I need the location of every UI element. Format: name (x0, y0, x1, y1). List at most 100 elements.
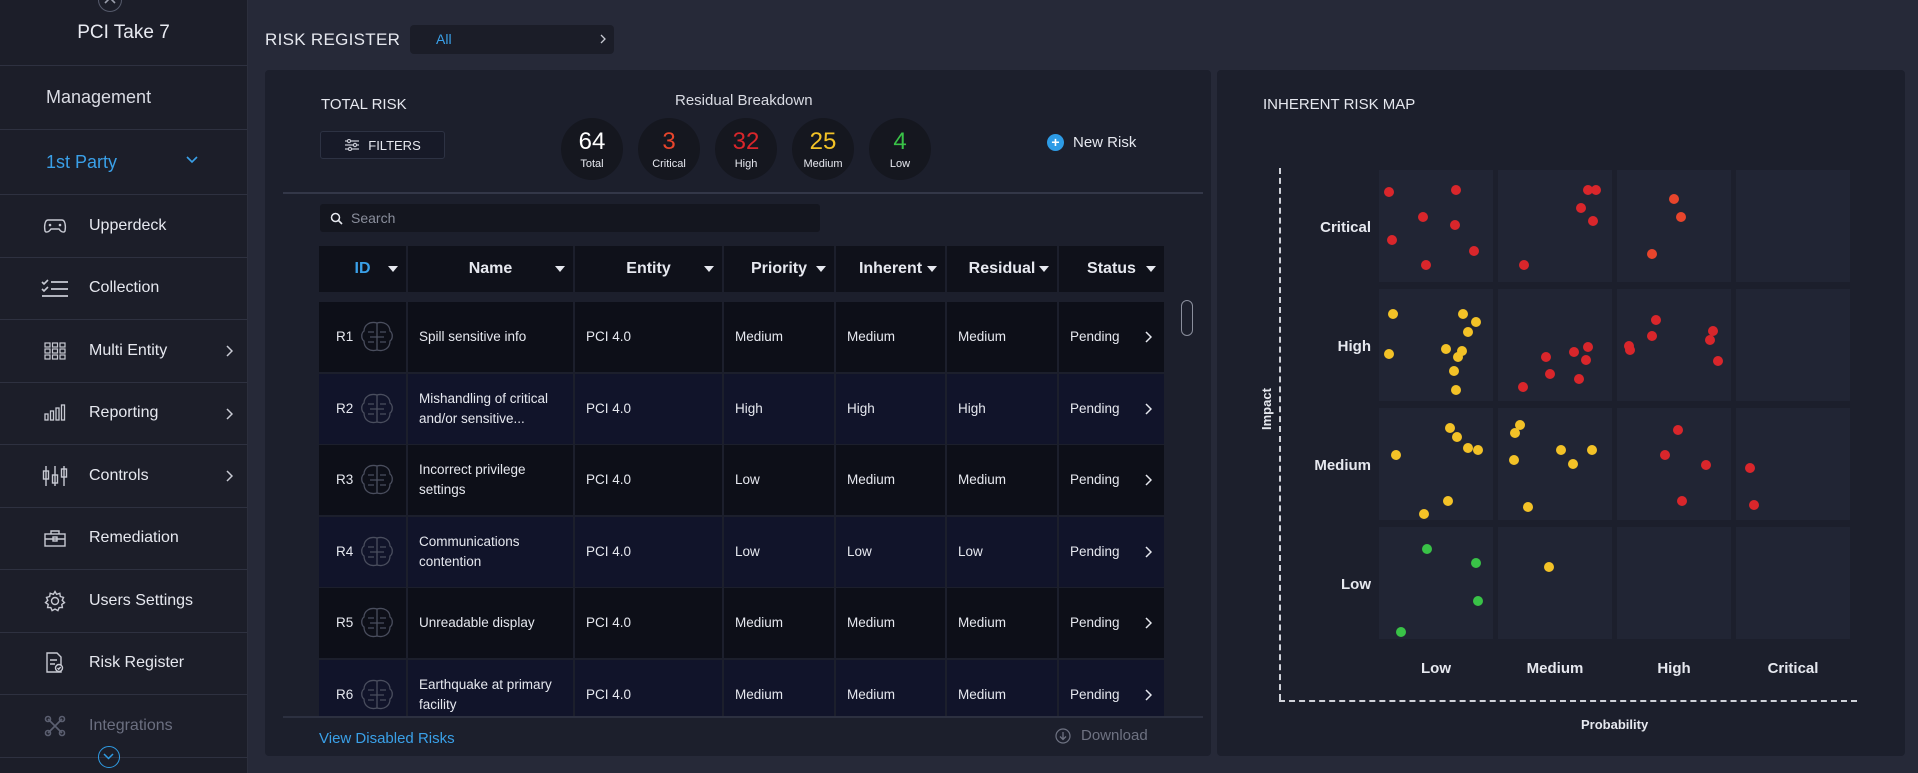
risk-dot[interactable] (1676, 212, 1686, 222)
column-header-inherent[interactable]: Inherent (836, 246, 947, 292)
risk-dot[interactable] (1556, 445, 1566, 455)
column-header-entity[interactable]: Entity (575, 246, 724, 292)
risk-dot[interactable] (1518, 382, 1528, 392)
sidebar-item-reporting[interactable]: Reporting (0, 383, 247, 445)
risk-dot[interactable] (1669, 194, 1679, 204)
column-header-status[interactable]: Status (1059, 246, 1164, 292)
risk-dot[interactable] (1443, 496, 1453, 506)
risk-dot[interactable] (1388, 309, 1398, 319)
risk-map-cell-high-medium[interactable] (1498, 289, 1612, 401)
risk-dot[interactable] (1384, 349, 1394, 359)
risk-dot[interactable] (1387, 235, 1397, 245)
risk-dot[interactable] (1673, 425, 1683, 435)
column-header-residual[interactable]: Residual (947, 246, 1059, 292)
risk-dot[interactable] (1625, 345, 1635, 355)
count-medium[interactable]: 25 Medium (792, 118, 854, 180)
risk-dot[interactable] (1463, 327, 1473, 337)
risk-dot[interactable] (1519, 260, 1529, 270)
risk-dot[interactable] (1591, 185, 1601, 195)
sidebar-item-integrations[interactable]: Integrations (0, 695, 247, 758)
column-header-id[interactable]: ID (319, 246, 408, 292)
sidebar-item-controls[interactable]: Controls (0, 445, 247, 508)
risk-dot[interactable] (1384, 187, 1394, 197)
table-row[interactable]: R1 Spill sensitive info PCI 4.0 Medium Mediu… (319, 302, 1164, 374)
column-header-priority[interactable]: Priority (724, 246, 836, 292)
risk-dot[interactable] (1453, 352, 1463, 362)
risk-dot[interactable] (1568, 459, 1578, 469)
risk-dot[interactable] (1391, 450, 1401, 460)
risk-map-cell-medium-low[interactable] (1379, 408, 1493, 520)
count-critical[interactable]: 3 Critical (638, 118, 700, 180)
risk-dot[interactable] (1418, 212, 1428, 222)
risk-dot[interactable] (1421, 260, 1431, 270)
risk-dot[interactable] (1463, 443, 1473, 453)
risk-dot[interactable] (1544, 562, 1554, 572)
chevron-right-icon[interactable] (1145, 402, 1152, 415)
chevron-right-icon[interactable] (1145, 617, 1152, 629)
scroll-down-icon[interactable] (98, 746, 120, 768)
risk-dot[interactable] (1647, 331, 1657, 341)
risk-dot[interactable] (1422, 544, 1432, 554)
risk-dot[interactable] (1473, 596, 1483, 606)
table-row[interactable]: R4 Communications contention PCI 4.0 Low Low… (319, 516, 1164, 588)
risk-dot[interactable] (1449, 366, 1459, 376)
risk-dot[interactable] (1510, 428, 1520, 438)
sidebar-item-remediation[interactable]: Remediation (0, 508, 247, 570)
risk-dot[interactable] (1701, 460, 1711, 470)
risk-dot[interactable] (1471, 317, 1481, 327)
risk-dot[interactable] (1451, 185, 1461, 195)
risk-dot[interactable] (1705, 335, 1715, 345)
risk-map-cell-critical-low[interactable] (1379, 170, 1493, 282)
table-row[interactable]: R3 Incorrect privilege settings PCI 4.0 Low… (319, 445, 1164, 517)
risk-dot[interactable] (1677, 496, 1687, 506)
column-header-name[interactable]: Name (408, 246, 575, 292)
risk-map-cell-high-low[interactable] (1379, 289, 1493, 401)
download-button[interactable]: Download (1055, 727, 1148, 744)
sidebar-item-risk-register[interactable]: Risk Register (0, 632, 247, 695)
table-row[interactable]: R6 Earthquake at primary facility PCI 4.0 M… (319, 659, 1164, 718)
risk-dot[interactable] (1647, 249, 1657, 259)
table-scrollbar[interactable] (1181, 300, 1193, 336)
risk-dot[interactable] (1545, 369, 1555, 379)
risk-dot[interactable] (1445, 423, 1455, 433)
risk-dot[interactable] (1541, 352, 1551, 362)
entity-filter-select[interactable]: All (410, 25, 614, 54)
count-low[interactable]: 4 Low (869, 118, 931, 180)
chevron-right-icon[interactable] (1145, 688, 1152, 701)
sidebar-item-users-settings[interactable]: Users Settings (0, 570, 247, 633)
risk-dot[interactable] (1651, 315, 1661, 325)
risk-map-cell-low-low[interactable] (1379, 527, 1493, 639)
risk-dot[interactable] (1471, 558, 1481, 568)
risk-dot[interactable] (1509, 455, 1519, 465)
risk-dot[interactable] (1576, 203, 1586, 213)
risk-dot[interactable] (1745, 463, 1755, 473)
risk-dot[interactable] (1749, 500, 1759, 510)
table-row[interactable]: R5 Unreadable display PCI 4.0 Medium Medium M… (319, 588, 1164, 660)
risk-dot[interactable] (1452, 432, 1462, 442)
risk-dot[interactable] (1419, 509, 1429, 519)
chevron-right-icon[interactable] (1145, 545, 1152, 558)
risk-dot[interactable] (1458, 309, 1468, 319)
risk-map-cell-low-medium[interactable] (1498, 527, 1612, 639)
table-row[interactable]: R2 Mishandling of critical and/or sensiti… (319, 373, 1164, 445)
filters-button[interactable]: FILTERS (320, 131, 445, 159)
chevron-right-icon[interactable] (1145, 331, 1152, 343)
chevron-right-icon[interactable] (1145, 474, 1152, 486)
risk-dot[interactable] (1583, 342, 1593, 352)
view-disabled-risks-link[interactable]: View Disabled Risks (319, 730, 455, 747)
risk-map-cell-medium-high[interactable] (1617, 408, 1731, 520)
risk-dot[interactable] (1473, 445, 1483, 455)
new-risk-button[interactable]: + New Risk (1047, 134, 1136, 151)
risk-dot[interactable] (1587, 445, 1597, 455)
sidebar-item-collection[interactable]: Collection (0, 258, 247, 320)
management-link[interactable]: Management (0, 66, 247, 130)
risk-dot[interactable] (1469, 246, 1479, 256)
risk-dot[interactable] (1588, 216, 1598, 226)
risk-dot[interactable] (1451, 385, 1461, 395)
sidebar-item-upperdeck[interactable]: Upperdeck (0, 195, 247, 258)
risk-dot[interactable] (1441, 344, 1451, 354)
count-high[interactable]: 32 High (715, 118, 777, 180)
sidebar-item-multi-entity[interactable]: Multi Entity (0, 320, 247, 383)
risk-map-cell-critical-critical[interactable] (1736, 170, 1850, 282)
risk-dot[interactable] (1574, 374, 1584, 384)
